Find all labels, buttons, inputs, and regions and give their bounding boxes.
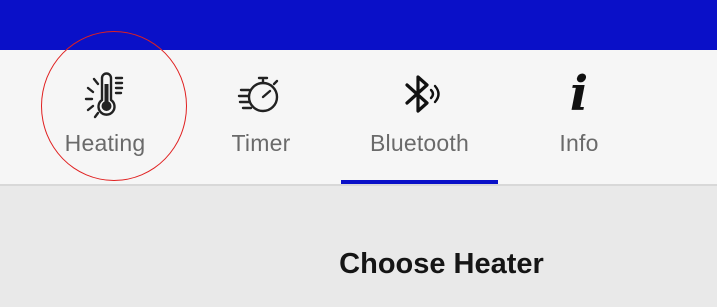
choose-heater-heading: Choose Heater bbox=[339, 248, 544, 280]
app-bar bbox=[0, 0, 717, 50]
tab-bar: Heating Timer Bluetooth i Info bbox=[0, 50, 717, 184]
info-icon: i bbox=[569, 66, 589, 122]
tab-timer[interactable]: Timer bbox=[211, 50, 311, 184]
tab-timer-label: Timer bbox=[231, 130, 291, 156]
thermometer-heat-icon bbox=[77, 66, 133, 122]
tab-bluetooth[interactable]: Bluetooth bbox=[341, 50, 498, 184]
bluetooth-icon bbox=[392, 66, 448, 122]
stopwatch-icon bbox=[233, 66, 289, 122]
tab-heating[interactable]: Heating bbox=[52, 50, 158, 184]
tab-bluetooth-label: Bluetooth bbox=[370, 130, 469, 156]
tab-info-label: Info bbox=[559, 130, 599, 156]
content-area: Choose Heater bbox=[0, 186, 717, 307]
tab-heating-label: Heating bbox=[64, 130, 146, 156]
tab-info[interactable]: i Info bbox=[544, 50, 614, 184]
